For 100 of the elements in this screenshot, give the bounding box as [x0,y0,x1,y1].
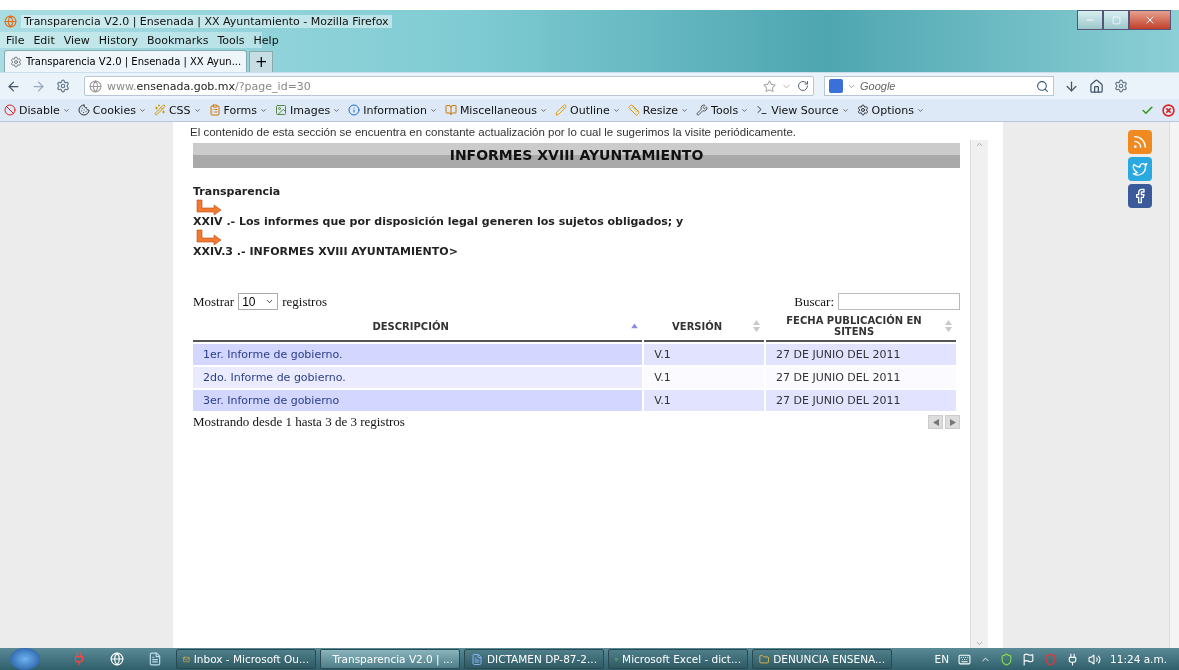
rss-button[interactable] [1128,130,1152,154]
keyboard-icon[interactable] [958,652,972,666]
report-link[interactable]: 2do. Informe de gobierno. [193,365,643,388]
toolbar-menu[interactable]: Tools [696,103,749,117]
toolbar-menu[interactable]: CSS [153,103,201,117]
star-icon[interactable] [763,79,776,93]
taskbar-button[interactable]: DICTAMEN DP-87-2... [464,649,604,669]
cookie-icon [77,104,90,116]
breadcrumb-link[interactable]: XXIV .- Los informes que por disposición legal generen los sujetos obligados; y [193,215,960,229]
clipboard-icon [208,104,221,116]
breadcrumb-link[interactable]: XXIV.3 .- INFORMES XVIII AYUNTAMIENTO> [193,245,960,259]
document-icon [471,652,483,666]
caret-icon [265,297,275,306]
scroll-down-icon[interactable] [975,639,984,648]
menu-item[interactable]: View [63,33,90,47]
left-triangle-icon [932,418,939,426]
caret-icon [260,106,267,114]
taskbar-button[interactable]: DENUNCIA ENSENA... [752,649,892,669]
toolbar-menu[interactable]: Resize [627,103,689,117]
image-icon [275,104,287,116]
menu-item[interactable]: Help [253,33,279,47]
info-icon [348,104,361,116]
volume-icon[interactable] [1088,652,1102,666]
gear-icon[interactable] [1114,79,1128,93]
page-size-select[interactable]: 10 [238,293,279,310]
minimize-button[interactable] [1077,10,1103,30]
folder-icon [759,652,770,666]
scroll-up-icon[interactable] [975,140,984,149]
gear-icon [10,55,22,68]
length-label: registros [282,293,327,310]
menu-item[interactable]: File [6,33,25,47]
caret-icon [681,106,689,114]
caret-icon [62,106,70,114]
toolbar-menu[interactable]: Outline [555,103,620,117]
arrow-icon [193,199,223,215]
menu-item[interactable]: Bookmarks [147,33,209,47]
scrollbar[interactable] [970,140,988,648]
menu-item[interactable]: Edit [33,33,55,47]
restore-icon [1111,15,1121,25]
toolbar-menu[interactable]: Forms [208,103,267,117]
back-icon[interactable] [6,78,21,94]
download-icon[interactable] [1064,78,1079,94]
table-search-field[interactable] [838,293,960,310]
app-icon[interactable] [72,652,86,666]
new-tab-button[interactable]: + [249,51,274,72]
table-cell: 27 DE JUNIO DEL 2011 [766,388,956,411]
section-heading: INFORMES XVIII AYUNTAMIENTO [193,143,960,168]
restore-button[interactable] [1103,10,1129,30]
terminal-icon [756,104,769,116]
toolbar-menu[interactable]: Disable [4,103,70,117]
menu-item[interactable]: History [98,33,138,47]
caret-icon [917,106,924,114]
language-indicator[interactable]: EN [934,653,950,665]
caret-icon [540,106,547,114]
caret-icon [612,106,620,114]
f-button[interactable] [1128,184,1152,208]
scrollbar[interactable] [1169,122,1179,648]
clock[interactable]: 11:24 a.m. [1110,653,1167,665]
table-cell: V.1 [644,388,765,411]
next-button[interactable] [945,415,960,429]
browser-logo-icon [4,14,17,28]
toolbar-menu[interactable]: View Source [756,103,849,117]
toolbar-menu[interactable]: Options [856,103,924,117]
toolbar-menu[interactable]: Images [275,103,341,117]
flag-icon[interactable] [1022,652,1036,666]
toolbar-menu[interactable]: Miscellaneous [444,103,547,117]
shield-icon[interactable] [1000,652,1014,666]
bird-icon [1132,161,1148,177]
previous-button[interactable] [928,415,943,429]
gear-icon[interactable] [56,79,70,93]
reload-icon[interactable] [797,80,809,92]
search-label: Buscar: [794,293,834,310]
toolbar-menu[interactable]: Cookies [77,103,146,117]
toolbar-menu[interactable]: Information [348,103,437,117]
close-button[interactable] [1129,10,1171,30]
address-bar[interactable]: www.ensenada.gob.mx/?page_id=30 [84,76,814,96]
report-link[interactable]: 3er. Informe de gobierno [193,388,643,411]
caret-icon [841,106,849,114]
taskbar-button[interactable]: Microsoft Excel - dict... [608,649,748,669]
caret-icon [333,106,341,114]
taskbar-button[interactable]: Inbox - Microsoft Ou... [176,649,316,669]
arrow-icon [193,229,223,245]
breadcrumb-link[interactable]: Transparencia [193,185,960,199]
search-icon[interactable] [1036,79,1049,93]
home-icon[interactable] [1089,78,1104,94]
book-icon [444,104,457,116]
menu-item[interactable]: Tools [217,33,245,47]
start-button[interactable] [10,648,40,670]
caret-icon [193,106,201,114]
wrench-icon [696,104,709,116]
length-label: Mostrar [193,293,235,310]
report-link[interactable]: 1er. Informe de gobierno. [193,342,643,365]
browser-tab[interactable]: Transparencia V2.0 | Ensenada | XX Ayun... [4,50,248,72]
notepad-icon[interactable] [148,652,162,666]
forward-icon[interactable] [31,78,46,94]
table-cell: V.1 [644,365,765,388]
pencil-icon [555,104,567,116]
right-triangle-icon [949,418,956,426]
search-bar[interactable]: Google [824,76,1054,96]
check-icon [1141,103,1154,117]
